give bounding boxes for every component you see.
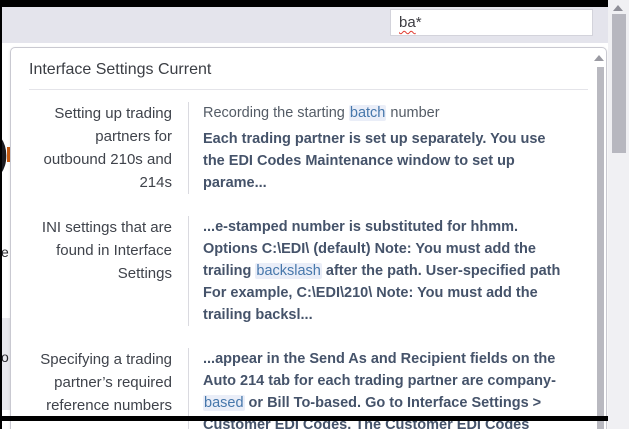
search-result-row[interactable]: INI settings that are found in Interface… (11, 216, 606, 326)
panel-scroll-up-icon[interactable] (594, 55, 604, 61)
search-wildcard-text: * (416, 14, 422, 31)
panel-scrollbar-thumb[interactable] (597, 67, 604, 429)
window-scrollbar[interactable] (608, 0, 629, 429)
background-text-fragment: o (1, 349, 9, 365)
search-result-row[interactable]: Setting up trading partners for outbound… (11, 102, 606, 194)
app-window: ba* ) e o Interface Settings Current Set… (0, 0, 629, 429)
window-border-bottom (0, 416, 608, 421)
result-body: Recording the starting batch number Each … (189, 102, 567, 194)
result-snippet: Each trading partner is set up separatel… (203, 128, 567, 194)
search-query-text: ba (399, 14, 416, 31)
search-term-highlight: batch (349, 105, 386, 121)
window-border-top (0, 0, 608, 7)
search-term-highlight: based (203, 395, 245, 411)
result-snippet: ...e-stamped number is substituted for h… (203, 216, 567, 326)
window-scroll-up-icon[interactable] (613, 5, 623, 11)
search-results-panel: Interface Settings Current Setting up tr… (10, 47, 607, 429)
result-topic-title[interactable]: INI settings that are found in Interface… (29, 216, 189, 326)
result-subtopic-link[interactable]: Recording the starting batch number (203, 102, 567, 124)
window-border-left (0, 0, 2, 429)
search-input[interactable]: ba* (390, 9, 593, 36)
background-text-fragment: e (1, 244, 9, 260)
toolbar: ba* (2, 7, 608, 43)
results-list: Setting up trading partners for outbound… (11, 90, 606, 429)
window-scrollbar-thumb[interactable] (612, 14, 626, 153)
result-body: ...e-stamped number is substituted for h… (189, 216, 567, 326)
search-term-highlight: backslash (255, 263, 321, 279)
result-topic-title[interactable]: Setting up trading partners for outbound… (29, 102, 189, 194)
results-panel-title: Interface Settings Current (11, 48, 606, 89)
